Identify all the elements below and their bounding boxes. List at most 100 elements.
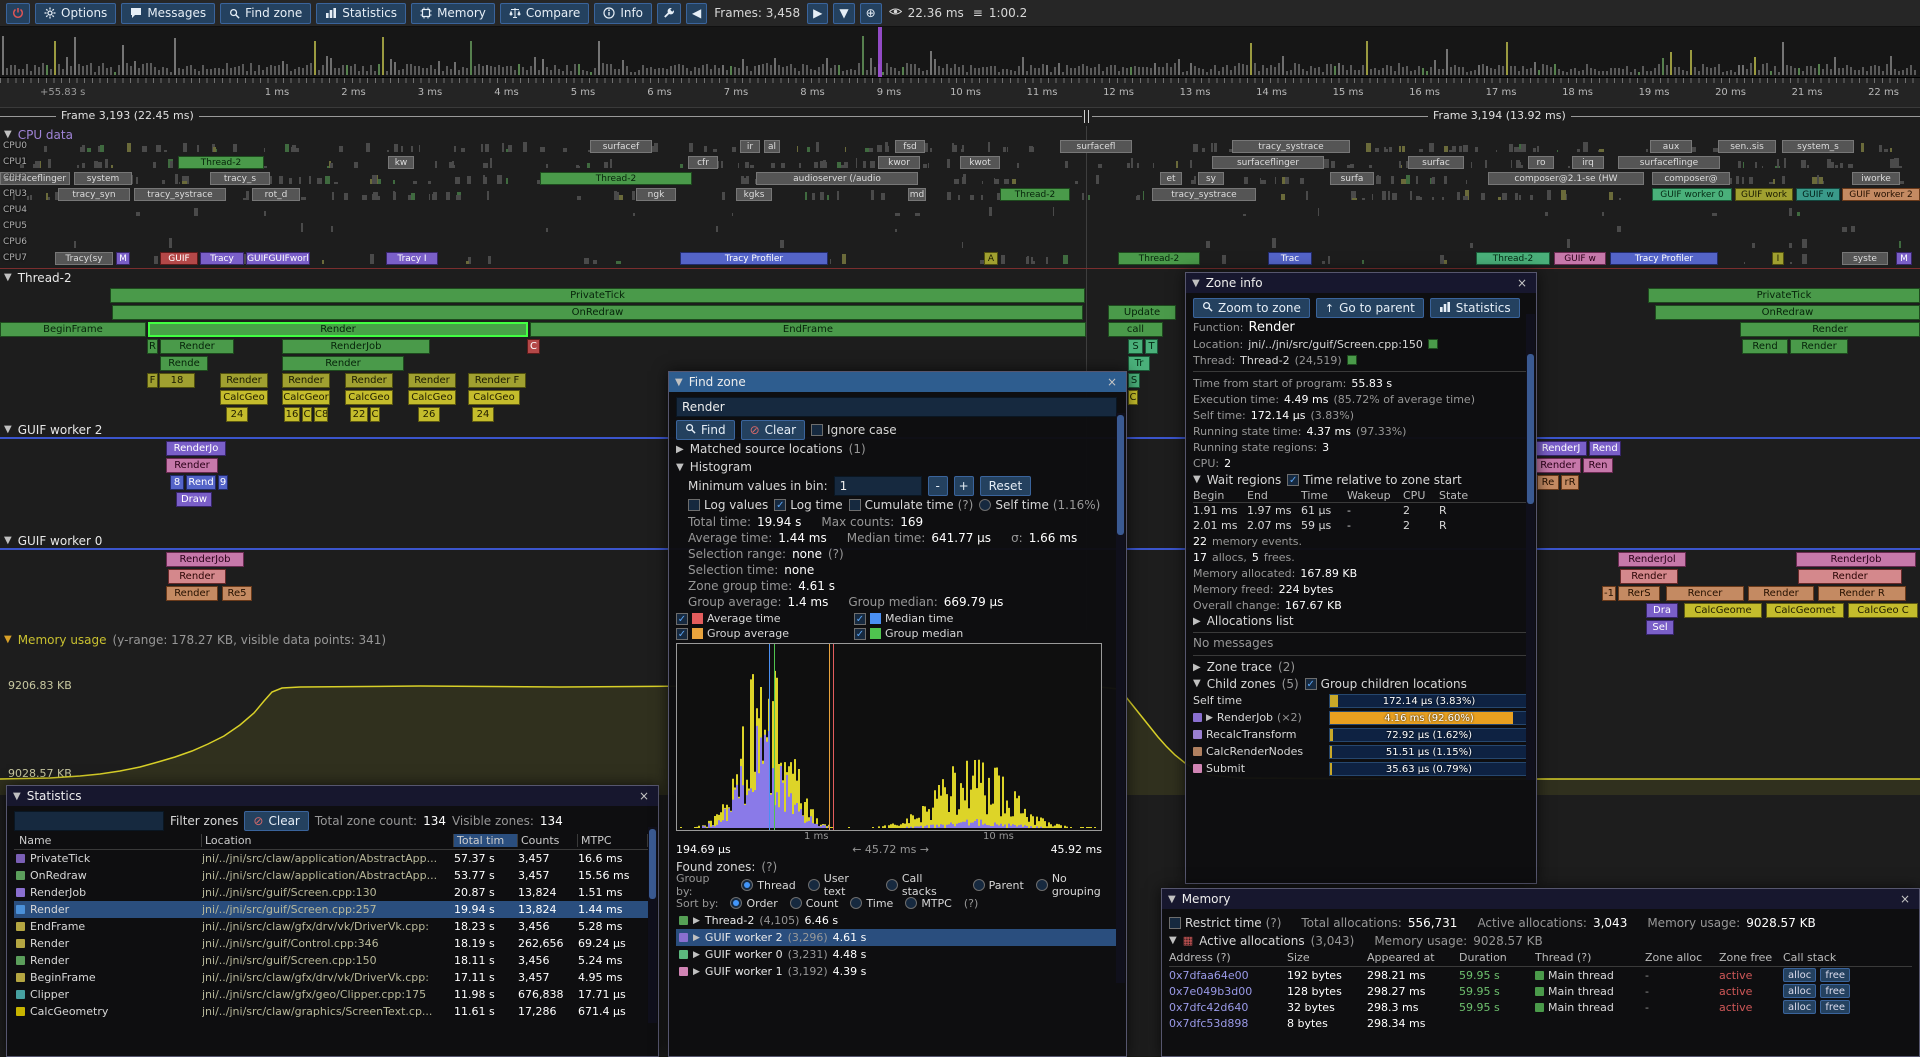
zone[interactable]: rR [1561,475,1579,490]
child-zone-row[interactable]: ▶RenderJob(×2)4.16 ms (92.60%) [1193,709,1529,726]
stats-table-row[interactable]: RenderJobjni/../jni/src/guif/Screen.cpp:… [14,884,651,901]
cpu-zone[interactable]: Thread-2 [178,156,264,169]
cpu-zone[interactable]: irq [1572,156,1604,169]
group-by-parent[interactable]: Parent [973,879,1024,892]
callstack-alloc-button[interactable]: alloc [1783,968,1816,982]
cpu-zone[interactable]: tracy_systrace [134,188,226,201]
find-zone-button[interactable]: Find zone [220,3,311,24]
zone[interactable]: CalcGeo [468,390,520,405]
log-values-checkbox[interactable]: Log values [688,498,768,512]
callstack-free-button[interactable]: free [1820,1000,1850,1014]
increase-button[interactable]: + [954,476,974,496]
stats-table-row[interactable]: Renderjni/../jni/src/guif/Screen.cpp:257… [14,901,651,918]
zone[interactable]: 26 [418,407,440,422]
collapse-icon[interactable]: ▼ [1193,678,1201,689]
tools-button[interactable] [657,3,681,24]
zone[interactable]: CalcGeo [220,390,268,405]
prev-frame-button[interactable]: ◀ [686,3,707,24]
zone[interactable]: CalcGeomet [1766,603,1844,618]
cpu-zone[interactable]: aux [1650,140,1692,153]
self-time-checkbox[interactable]: Self time(1.16%) [979,498,1100,512]
column-header-zone-alloc[interactable]: Zone alloc [1645,951,1719,964]
cpu-zone[interactable]: tracy_systrace [1152,188,1256,201]
cpu-zone[interactable]: composer@2.1-se (HW [1488,172,1644,185]
wait-region-row[interactable]: 1.91 ms1.97 ms61 μs-2R [1193,503,1529,518]
memory-button[interactable]: Memory [411,3,495,24]
cpu-zone[interactable]: ir [740,140,760,153]
zone-group-row[interactable]: ▶GUIF worker 0(3,231)4.48 s [676,946,1119,963]
zone[interactable]: Render [148,322,528,337]
cpu-zone[interactable]: ngk [636,188,676,201]
zone[interactable]: F [147,373,158,388]
cpu-zone[interactable]: M [1896,252,1912,265]
zone[interactable]: 9 [218,475,228,490]
column-header-appeared-at[interactable]: Appeared at [1367,951,1459,964]
cpu-zone[interactable]: ro [1528,156,1554,169]
collapse-icon[interactable]: ▼ [1193,474,1201,485]
zone[interactable]: RenderJob [166,552,244,567]
stats-table-row[interactable]: CalcGeometryjni/../jni/src/claw/graphics… [14,1003,651,1020]
min-bin-input[interactable] [834,476,922,496]
restrict-time-checkbox[interactable]: Restrict time(?) [1169,916,1281,930]
go-to-frame-button[interactable]: ▼ [833,3,854,24]
zone[interactable]: 18 [159,373,195,388]
cpu-zone[interactable]: surfaceflinger [1212,156,1324,169]
cpu-zone[interactable]: tracy_syn [58,188,130,201]
time-ruler[interactable]: +55.83 s1 ms2 ms3 ms4 ms5 ms6 ms7 ms8 ms… [0,78,1920,108]
log-time-checkbox[interactable]: ✓Log time [774,498,842,512]
expand-icon[interactable]: ▶ [676,444,684,455]
column-header-thread-[interactable]: Thread (?) [1535,951,1645,964]
zone[interactable]: RenderJ [1535,441,1587,456]
cpu-zone[interactable]: GUIF w [1796,188,1840,201]
info-button[interactable]: Info [594,3,652,24]
zone[interactable]: CalcGeome [1684,603,1762,618]
cpu-zone[interactable]: fsd [895,140,925,153]
clear-filter-button[interactable]: ⊘Clear [244,811,308,831]
zone[interactable]: Render [345,373,393,388]
go-to-parent-button[interactable]: ↑Go to parent [1316,298,1424,318]
cpu-zone[interactable]: rot_d [252,188,300,201]
cpu-zone[interactable]: Thread-2 [540,172,692,185]
legend-toggle-average-time[interactable]: ✓Average time [676,612,846,625]
frame-bar[interactable]: Frame 3,193 (22.45 ms) Frame 3,194 (13.9… [0,108,1920,126]
zone[interactable]: RenderJob [1796,552,1916,567]
zone[interactable]: Render [168,569,226,584]
cpu-zone[interactable]: tracy_systrace [1232,140,1350,153]
ignore-case-checkbox[interactable]: Ignore case [811,423,897,437]
callstack-alloc-button[interactable]: alloc [1783,1000,1816,1014]
zone[interactable]: RenderJo [166,441,226,456]
zone[interactable]: Render R [1818,586,1906,601]
find-button[interactable]: Find [676,420,735,440]
zone[interactable]: 24 [472,407,494,422]
cpu-zone[interactable]: cfr [688,156,718,169]
cpu-zone[interactable]: M [116,252,130,265]
search-input[interactable] [676,397,1117,417]
histogram-chart[interactable] [676,643,1102,831]
column-header-call-stack[interactable]: Call stack [1783,951,1912,964]
allocation-row[interactable]: 0x7e049b3d00128 bytes298.27 ms59.95 sMai… [1169,983,1912,999]
wait-region-row[interactable]: 2.01 ms2.07 ms59 μs-2R [1193,518,1529,533]
zone[interactable]: EndFrame [530,322,1086,337]
cpu-zone[interactable]: system [74,172,132,185]
stats-table-row[interactable]: BeginFramejni/../jni/src/claw/gfx/drv/vk… [14,969,651,986]
stats-table-row[interactable]: OnRedrawjni/../jni/src/claw/application/… [14,867,651,884]
expand-icon[interactable]: ▶ [1193,616,1201,627]
cpu-zone[interactable]: kw [388,156,414,169]
source-location[interactable]: jni/../jni/src/guif/Screen.cpp:150 [1248,338,1423,351]
expand-icon[interactable]: ▶ [1193,662,1201,673]
cpu-zone[interactable]: tracy_s [210,172,270,185]
allocation-row[interactable]: 0x7dfc53d8988 bytes298.34 ms [1169,1015,1912,1031]
close-icon[interactable]: × [1514,276,1530,290]
zone[interactable]: Rencer [1666,586,1744,601]
column-header-location[interactable]: Location [202,834,454,847]
child-zone-row[interactable]: CalcRenderNodes51.51 μs (1.15%) [1193,743,1529,760]
time-relative-checkbox[interactable]: ✓Time relative to zone start [1287,473,1462,487]
cpu-zone[interactable]: md [908,188,926,201]
cpu-zone[interactable]: kwor [878,156,920,169]
sort-by-count[interactable]: Count [790,897,839,910]
cpu-zone[interactable]: sy [1198,172,1224,185]
cpu-zone[interactable]: surfacefl [1060,140,1132,153]
zone[interactable]: 22 [350,407,368,422]
cpu-zone[interactable]: audioserver (/audio [756,172,918,185]
cpu-zone[interactable]: et [1160,172,1182,185]
